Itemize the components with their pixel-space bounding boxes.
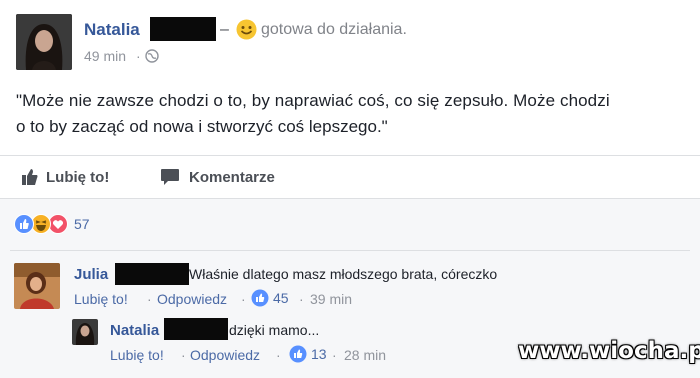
post-timestamp[interactable]: 49 min: [84, 48, 126, 64]
thumbs-up-icon: [22, 168, 38, 186]
comment-meta-dot: ·: [332, 347, 337, 363]
comment-meta-dot: ·: [147, 291, 152, 307]
comment-meta-dot: ·: [276, 347, 281, 363]
reply-like-count-value: 13: [311, 346, 327, 362]
timestamp-separator: ·: [136, 48, 141, 64]
reactions-summary[interactable]: 57: [14, 213, 90, 235]
like-reaction-icon: [289, 345, 307, 363]
reply-like-count[interactable]: 13: [289, 345, 327, 363]
redaction-box: [115, 263, 189, 285]
post-text-line-1: "Może nie zawsze chodzi o to, by naprawi…: [16, 91, 610, 110]
reply-text: dzięki mamo...: [229, 322, 320, 338]
post-text-line-2: o to by zacząć od nowa i stworzyć coś le…: [16, 117, 388, 136]
globe-icon: [145, 49, 159, 63]
reply-author-avatar[interactable]: [72, 319, 98, 345]
comment-author-avatar[interactable]: [14, 263, 60, 309]
love-reaction-icon: [48, 214, 68, 234]
comment-like-count-value: 45: [273, 290, 289, 306]
comment-meta-dot: ·: [241, 291, 246, 307]
watermark-text: www.wiocha.pl: [518, 338, 700, 364]
comment-timestamp[interactable]: 39 min: [310, 291, 352, 307]
feeling-dash: –: [220, 21, 229, 38]
post-author-name[interactable]: Natalia: [84, 20, 140, 40]
haha-reaction-icon: [31, 214, 51, 234]
reply-reply-link[interactable]: Odpowiedz: [190, 347, 260, 363]
divider: [10, 250, 690, 251]
redaction-box: [150, 17, 216, 41]
like-button[interactable]: Lubię to!: [22, 165, 109, 189]
comment-text: Właśnie dlatego masz młodszego brata, có…: [189, 266, 498, 282]
reply-timestamp[interactable]: 28 min: [344, 347, 386, 363]
comment-button[interactable]: Komentarze: [160, 165, 275, 189]
comment-meta-dot: ·: [299, 291, 304, 307]
reply-like-link[interactable]: Lubię to!: [110, 347, 164, 363]
redaction-box: [164, 318, 228, 340]
comment-reply-link[interactable]: Odpowiedz: [157, 291, 227, 307]
like-button-label: Lubię to!: [46, 168, 110, 186]
like-reaction-icon: [14, 214, 34, 234]
reactions-count[interactable]: 57: [74, 216, 90, 232]
comment-meta-dot: ·: [181, 347, 186, 363]
reply-author-name[interactable]: Natalia: [110, 322, 159, 339]
feeling-text: gotowa do działania.: [261, 21, 407, 38]
comment-author-name[interactable]: Julia: [74, 266, 108, 283]
comment-button-label: Komentarze: [189, 168, 275, 186]
post-author-avatar[interactable]: [16, 14, 72, 70]
smiling-emoji-icon: [236, 19, 257, 40]
comment-like-link[interactable]: Lubię to!: [74, 291, 128, 307]
comment-like-count[interactable]: 45: [251, 289, 289, 307]
divider: [0, 155, 700, 156]
like-reaction-icon: [251, 289, 269, 307]
comment-bubble-icon: [160, 168, 180, 186]
